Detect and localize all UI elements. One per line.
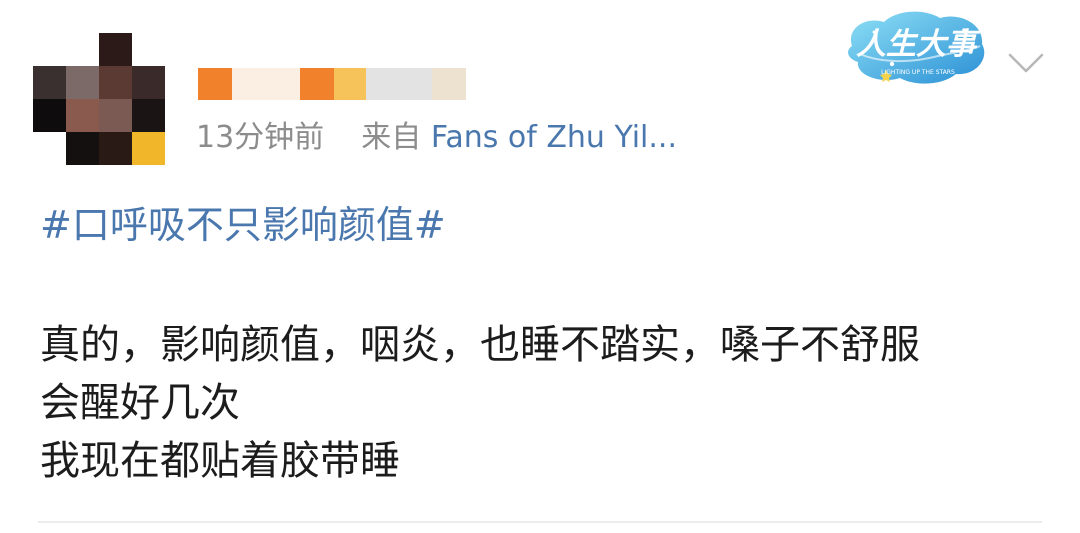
avatar[interactable] bbox=[33, 33, 165, 165]
divider bbox=[38, 521, 1042, 523]
badge-subtext: LIGHTING UP THE STARS bbox=[881, 69, 955, 76]
badge-text: 人生大事 bbox=[856, 27, 981, 62]
post-body: 真的，影响颜值，咽炎，也睡不踏实，嗓子不舒服 会醒好几次 我现在都贴着胶带睡 bbox=[40, 316, 920, 490]
post-line: 我现在都贴着胶带睡 bbox=[40, 438, 400, 484]
chevron-down-icon[interactable] bbox=[1008, 52, 1044, 74]
post-line: 会醒好几次 bbox=[40, 380, 240, 426]
post-time: 13分钟前 bbox=[196, 120, 325, 155]
post-line: 真的，影响颜值，咽炎，也睡不踏实，嗓子不舒服 bbox=[40, 322, 920, 368]
via-label: 来自 bbox=[361, 120, 422, 155]
badge-icon[interactable]: 人生大事 LIGHTING UP THE STARS bbox=[838, 6, 993, 88]
source-link[interactable]: Fans of Zhu Yil... bbox=[431, 120, 677, 155]
post-meta: 13分钟前 来自 Fans of Zhu Yil... bbox=[196, 112, 677, 156]
topic-link[interactable]: #口呼吸不只影响颜值# bbox=[40, 194, 446, 249]
